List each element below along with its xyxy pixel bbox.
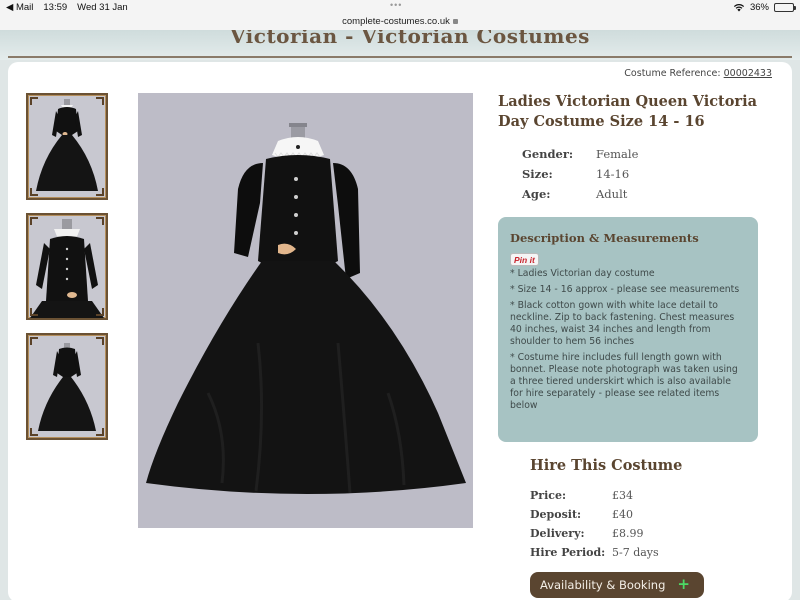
hire-value: £8.99 [612, 527, 644, 540]
product-title: Ladies Victorian Queen Victoria Day Cost… [498, 93, 757, 130]
bodice-thumbnail-image [30, 219, 104, 318]
attribute-row-age: Age: Adult [522, 184, 638, 204]
attribute-row-size: Size: 14-16 [522, 164, 638, 184]
thumbnail-closeup-view[interactable] [26, 213, 108, 320]
hire-details: Price: £34 Deposit: £40 Delivery: £8.99 … [530, 486, 659, 562]
hire-label: Price: [530, 489, 567, 502]
hire-label: Delivery: [530, 527, 585, 540]
description-line: * Ladies Victorian day costume [510, 268, 655, 279]
costume-reference: Costume Reference: 00002433 [624, 68, 772, 79]
availability-booking-button[interactable]: Availability & Booking + [530, 572, 704, 598]
hire-row-price: Price: £34 [530, 486, 659, 505]
product-panel: Costume Reference: 00002433 Ladies Victo… [8, 62, 792, 600]
multitasking-dots-icon[interactable]: ••• [390, 0, 402, 10]
attribute-label: Age: [522, 187, 551, 201]
status-time: 13:59 [43, 2, 68, 13]
hire-value: 5-7 days [612, 546, 659, 559]
description-box: Description & Measurements Pin it * Ladi… [498, 217, 758, 442]
battery-percent: 36% [749, 2, 769, 13]
description-line: * Size 14 - 16 approx - please see measu… [510, 284, 740, 295]
attribute-value: Adult [596, 187, 628, 201]
attribute-value: 14-16 [596, 167, 630, 181]
category-title: Victorian - Victorian Costumes [230, 30, 590, 48]
booking-button-label: Availability & Booking [540, 578, 666, 592]
header-divider [8, 56, 792, 58]
costume-reference-number[interactable]: 00002433 [724, 68, 772, 79]
hire-row-period: Hire Period: 5-7 days [530, 543, 659, 562]
attribute-value: Female [596, 147, 639, 161]
thumbnail-front-view[interactable] [26, 93, 108, 200]
description-line: * Black cotton gown with white lace deta… [510, 300, 735, 347]
status-bar: ◀ Mail 13:59 Wed 31 Jan ••• 36% [0, 0, 800, 16]
hire-section-title: Hire This Costume [530, 457, 683, 474]
wifi-icon [733, 3, 745, 12]
page-header: Victorian - Victorian Costumes [0, 30, 800, 60]
hire-row-delivery: Delivery: £8.99 [530, 524, 659, 543]
url-domain: complete-costumes.co.uk [342, 16, 450, 27]
attribute-label: Size: [522, 167, 553, 181]
lock-icon [452, 19, 458, 24]
thumbnail-back-view[interactable] [26, 333, 108, 440]
costume-reference-label: Costume Reference: [624, 68, 721, 79]
description-line: * Costume hire includes full length gown… [510, 352, 738, 411]
address-bar[interactable]: complete-costumes.co.uk [0, 16, 800, 30]
dress-thumbnail-image [36, 99, 98, 191]
hire-row-deposit: Deposit: £40 [530, 505, 659, 524]
victorian-dress-photo [146, 123, 466, 494]
pinterest-pin-button[interactable]: Pin it [510, 253, 539, 266]
hire-value: £40 [612, 508, 633, 521]
attribute-row-gender: Gender: Female [522, 144, 638, 164]
description-title: Description & Measurements [510, 231, 699, 245]
main-product-image[interactable] [138, 93, 473, 528]
hire-label: Deposit: [530, 508, 582, 521]
dress-back-thumbnail-image [38, 343, 96, 431]
hire-value: £34 [612, 489, 633, 502]
plus-icon: + [677, 575, 690, 593]
product-attributes: Gender: Female Size: 14-16 Age: Adult [522, 144, 638, 204]
back-to-mail-link[interactable]: ◀ Mail [6, 2, 33, 13]
hire-label: Hire Period: [530, 546, 606, 559]
battery-icon [774, 3, 796, 12]
attribute-label: Gender: [522, 147, 574, 161]
status-date: Wed 31 Jan [77, 2, 128, 13]
